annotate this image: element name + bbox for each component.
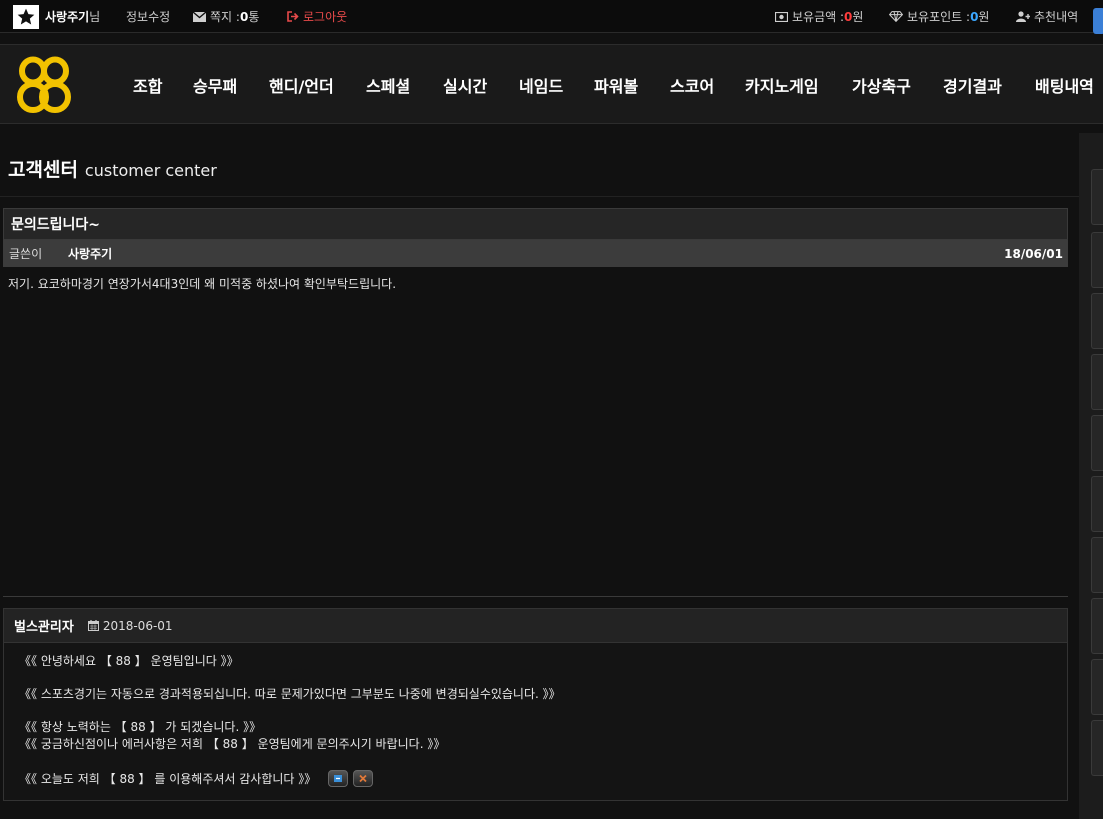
reply-header: 벌스관리자 2018-06-01 bbox=[4, 609, 1067, 643]
nav-item-score[interactable]: 스코어 bbox=[670, 45, 714, 125]
reply-line: 《《 스포츠경기는 자동으로 경과적용되십니다. 따로 문제가있다면 그부분도 … bbox=[19, 687, 561, 701]
nav-item-bet-history[interactable]: 배팅내역 bbox=[1035, 45, 1094, 125]
nav-item-handicap[interactable]: 핸디/언더 bbox=[269, 45, 334, 125]
messages-unit: 통 bbox=[248, 10, 260, 24]
nav-item-named[interactable]: 네임드 bbox=[519, 45, 563, 125]
points-value: 0 bbox=[970, 9, 979, 24]
reply-line-text: 《《 오늘도 저희 【 88 】 를 이용해주셔서 감사합니다 》》 bbox=[19, 772, 317, 786]
nav-item-results[interactable]: 경기결과 bbox=[943, 45, 1002, 125]
divider bbox=[3, 596, 1068, 597]
right-tab[interactable] bbox=[1091, 720, 1103, 776]
post-date: 18/06/01 bbox=[1004, 246, 1063, 261]
reply-author: 벌스관리자 bbox=[14, 620, 74, 635]
right-tab[interactable] bbox=[1091, 169, 1103, 225]
nav-item-combo[interactable]: 조합 bbox=[133, 45, 162, 125]
nav-item-powerball[interactable]: 파워볼 bbox=[594, 45, 638, 125]
delete-reply-button[interactable] bbox=[353, 770, 374, 787]
right-tab[interactable] bbox=[1091, 537, 1103, 593]
balance-label: 보유금액 : bbox=[792, 10, 845, 24]
calendar-icon bbox=[87, 620, 99, 631]
reply-line: 《《 항상 노력하는 【 88 】 가 되겠습니다. 》》 bbox=[19, 720, 262, 734]
referral-link[interactable]: 추천내역 bbox=[1016, 0, 1078, 33]
right-tab[interactable] bbox=[1091, 598, 1103, 654]
points-label: 보유포인트 : bbox=[907, 10, 971, 24]
post-meta: 글쓴이 사랑주기 18/06/01 bbox=[3, 240, 1068, 267]
money-icon bbox=[775, 11, 788, 22]
username: 사랑주기 bbox=[45, 10, 90, 24]
post-title: 문의드립니다~ bbox=[3, 208, 1068, 240]
reply-line-last: 《《 오늘도 저희 【 88 】 를 이용해주셔서 감사합니다 》》 bbox=[19, 770, 374, 787]
divider bbox=[0, 196, 1079, 197]
right-tab[interactable] bbox=[1091, 659, 1103, 715]
edit-icon bbox=[333, 772, 343, 786]
side-toggle-button[interactable] bbox=[1093, 8, 1103, 34]
edit-reply-button[interactable] bbox=[328, 770, 349, 787]
right-tab[interactable] bbox=[1091, 354, 1103, 410]
page-title-english: customer center bbox=[84, 161, 217, 180]
nav-item-win-draw-lose[interactable]: 승무패 bbox=[193, 45, 237, 125]
right-tab[interactable] bbox=[1091, 232, 1103, 288]
right-tab[interactable] bbox=[1091, 476, 1103, 532]
nav-item-special[interactable]: 스페셜 bbox=[366, 45, 410, 125]
edit-info-link[interactable]: 정보수정 bbox=[126, 0, 170, 33]
main-nav: 조합 승무패 핸디/언더 스페셜 실시간 네임드 파워볼 스코어 카지노게임 가… bbox=[0, 44, 1103, 124]
post: 문의드립니다~ 글쓴이 사랑주기 18/06/01 저기. 요코하마경기 연장가… bbox=[3, 208, 1068, 300]
page-title: 고객센터 customer center bbox=[8, 155, 217, 182]
messages-link[interactable]: 쪽지 : 0 통 bbox=[193, 0, 259, 33]
diamond-icon bbox=[889, 11, 903, 22]
username-suffix: 님 bbox=[89, 10, 101, 24]
referral-label: 추천내역 bbox=[1034, 10, 1079, 24]
messages-label: 쪽지 : bbox=[210, 10, 240, 24]
user-plus-icon bbox=[1016, 11, 1030, 22]
points-unit: 원 bbox=[978, 10, 990, 24]
page-title-korean: 고객센터 bbox=[8, 159, 78, 181]
top-bar: 사랑주기 님 정보수정 쪽지 : 0 통 로그아웃 보유금액 : 0원 보유포인트… bbox=[0, 0, 1103, 34]
balance-unit: 원 bbox=[852, 10, 864, 24]
right-tab[interactable] bbox=[1091, 415, 1103, 471]
right-tab[interactable] bbox=[1091, 293, 1103, 349]
author-label: 글쓴이 bbox=[9, 247, 43, 261]
star-icon bbox=[13, 4, 39, 29]
balance-display: 보유금액 : 0원 bbox=[775, 0, 863, 33]
user-greeting: 사랑주기 님 bbox=[13, 0, 100, 33]
reply-line: 《《 안녕하세요 【 88 】 운영팀입니다 》》 bbox=[19, 654, 239, 668]
close-icon bbox=[358, 772, 368, 786]
nav-item-live[interactable]: 실시간 bbox=[443, 45, 487, 125]
site-logo[interactable] bbox=[16, 54, 72, 116]
main-content: 고객센터 customer center 문의드립니다~ 글쓴이 사랑주기 18… bbox=[0, 133, 1079, 819]
messages-count: 0 bbox=[239, 9, 249, 24]
post-body: 저기. 요코하마경기 연장가서4대3인데 왜 미적중 하셨나여 확인부탁드립니다… bbox=[8, 277, 397, 291]
post-author: 사랑주기 bbox=[68, 247, 113, 261]
admin-reply: 벌스관리자 2018-06-01 《《 안녕하세요 【 88 】 운영팀입니다 … bbox=[3, 608, 1068, 801]
balance-value: 0 bbox=[844, 9, 853, 24]
sign-out-icon bbox=[287, 11, 299, 22]
nav-item-virtual-soccer[interactable]: 가상축구 bbox=[852, 45, 911, 125]
logout-label: 로그아웃 bbox=[303, 10, 348, 24]
points-display: 보유포인트 : 0원 bbox=[889, 0, 989, 33]
reply-line: 《《 궁금하신점이나 에러사항은 저희 【 88 】 운영팀에게 문의주시기 바… bbox=[19, 737, 446, 751]
reply-date: 2018-06-01 bbox=[102, 618, 173, 633]
logout-link[interactable]: 로그아웃 bbox=[287, 0, 347, 33]
envelope-icon bbox=[193, 11, 206, 22]
nav-item-casino[interactable]: 카지노게임 bbox=[745, 45, 819, 125]
